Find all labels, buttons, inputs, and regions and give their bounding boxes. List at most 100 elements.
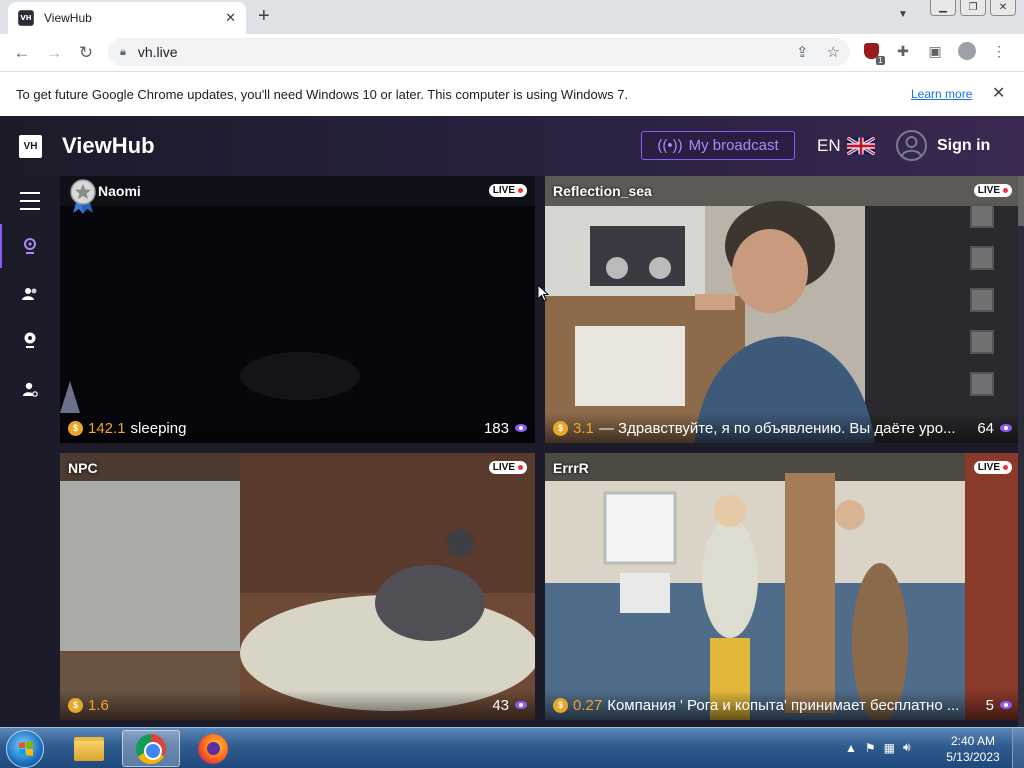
scrollbar-thumb[interactable] [1018,176,1024,226]
my-broadcast-button[interactable]: ((•)) My broadcast [641,131,795,160]
page-scrollbar[interactable] [1018,176,1024,727]
coin-amount: 0.27 [573,696,603,714]
coin-amount: 142.1 [88,419,126,437]
stream-card-errrr[interactable]: ErrrR LIVE $ 0.27 Компания ' Рога и копы… [545,453,1020,720]
film-icon [970,204,994,228]
stream-card-npc[interactable]: NPC LIVE $ 1.6 43 [60,453,535,720]
new-tab-button[interactable]: + [258,6,270,26]
start-button[interactable] [6,730,44,768]
action-center-flag-icon[interactable]: ⚑ [865,741,876,755]
network-icon[interactable]: ▦ [884,741,895,755]
bookmark-star-icon[interactable]: ☆ [827,43,840,61]
coin-icon: $ [68,420,83,436]
viewer-count: 183 [483,419,509,437]
stream-card-naomi[interactable]: Naomi LIVE $ 142.1 sleeping 183 [60,176,535,443]
infobar-close-icon[interactable]: ✕ [992,83,1005,103]
side-panel-icon[interactable]: ▣ [926,42,944,60]
stream-thumbnail [60,453,535,720]
live-dot-icon [1003,465,1008,470]
taskbar-firefox[interactable] [184,730,242,767]
film-icon [970,246,994,270]
broadcast-wave-icon: ((•)) [657,137,683,154]
windows-logo-icon [19,741,33,756]
streamer-name: Naomi [98,183,141,199]
address-bar[interactable]: 🔒︎ vh.live ⇪ ☆ [108,38,850,66]
broadcast-eye-icon[interactable] [22,332,38,348]
stream-info-bar: $ 142.1 sleeping 183 [60,413,535,443]
clock-date: 5/13/2023 [946,750,1000,764]
live-badge: LIVE [488,461,527,474]
menu-hamburger-icon[interactable] [20,192,40,216]
eye-icon [1000,424,1012,432]
live-badge: LIVE [973,461,1012,474]
streamer-name: Reflection_sea [553,183,652,199]
stream-info-bar: $ 0.27 Компания ' Рога и копыта' принима… [545,690,1020,720]
film-icon [970,288,994,312]
viewer-count: 5 [985,696,994,714]
stream-info-bar: $ 1.6 43 [60,690,535,720]
browser-tab[interactable]: VH ViewHub ✕ [8,2,246,34]
webcam-icon[interactable] [22,238,38,254]
streamer-name: NPC [68,460,98,476]
live-dot-icon [1003,188,1008,193]
extension-badge: 1 [876,56,885,65]
windows-taskbar: ▲ ⚑ ▦ 🔊︎ 2:40 AM 5/13/2023 [0,727,1024,768]
film-icon [970,330,994,354]
lock-icon: 🔒︎ [120,45,126,58]
user-settings-icon[interactable] [22,382,38,398]
live-label: LIVE [977,185,1000,196]
coin-amount: 3.1 [573,419,594,437]
profile-avatar-icon[interactable] [958,42,976,60]
live-badge: LIVE [973,184,1012,197]
window-controls: ▁ ❐ ✕ [930,0,1016,16]
tab-strip: VH ViewHub ✕ + ▼ ▁ ❐ ✕ [0,0,1024,34]
stream-thumbnail [545,453,1020,720]
extension-shield-icon[interactable]: 1 [862,42,885,65]
medal-badge-icon [70,179,96,214]
minimize-button[interactable]: ▁ [930,0,956,16]
live-badge: LIVE [488,184,527,197]
tray-expand-icon[interactable]: ▲ [845,741,857,755]
mouse-cursor-icon [537,284,549,302]
back-button[interactable]: ← [6,43,38,63]
learn-more-link[interactable]: Learn more [911,87,972,101]
stream-status: Компания ' Рога и копыта' принимает бесп… [607,696,960,714]
tab-close-icon[interactable]: ✕ [225,10,236,26]
stream-info-bar: $ 3.1 — Здравствуйте, я по объявлению. В… [545,413,1020,443]
share-icon[interactable]: ⇪ [796,43,809,61]
coin-icon: $ [553,420,568,436]
users-icon[interactable] [22,286,38,302]
close-window-button[interactable]: ✕ [990,0,1016,16]
stream-card-reflection-sea[interactable]: Reflection_sea LIVE $ 3.1 — Здравствуйте… [545,176,1020,443]
site-brand[interactable]: ViewHub [62,133,155,159]
sign-in-button[interactable]: Sign in [896,130,990,161]
uk-flag-icon [846,137,875,155]
firefox-icon [198,733,228,764]
live-dot-icon [518,465,523,470]
chrome-menu-icon[interactable]: ⋮ [990,42,1008,60]
reload-button[interactable]: ↻ [70,43,102,63]
site-logo[interactable]: VH [19,135,42,158]
forward-button[interactable]: → [38,43,70,63]
video-thumbnails-strip [970,204,994,396]
url-text: vh.live [137,44,178,60]
stream-status: — Здравствуйте, я по объявлению. Вы даёт… [598,419,956,437]
taskbar-chrome[interactable] [122,730,180,767]
explorer-icon [74,736,104,761]
live-dot-icon [518,188,523,193]
taskbar-clock[interactable]: 2:40 AM 5/13/2023 [940,733,1006,765]
taskbar-explorer[interactable] [60,730,118,767]
film-icon [970,372,994,396]
language-switcher[interactable]: EN [817,136,875,156]
tab-search-chevron-icon[interactable]: ▼ [898,9,908,20]
live-label: LIVE [492,462,515,473]
user-icon [896,130,927,161]
sidebar-active-indicator [0,224,2,268]
site-sidebar [0,176,60,727]
extensions-puzzle-icon[interactable]: ✚ [894,42,912,60]
coin-icon: $ [68,697,83,713]
restore-button[interactable]: ❐ [960,0,986,16]
show-desktop-button[interactable] [1012,728,1024,768]
stream-thumbnail [60,176,535,443]
volume-icon[interactable]: 🔊︎ [903,740,911,755]
